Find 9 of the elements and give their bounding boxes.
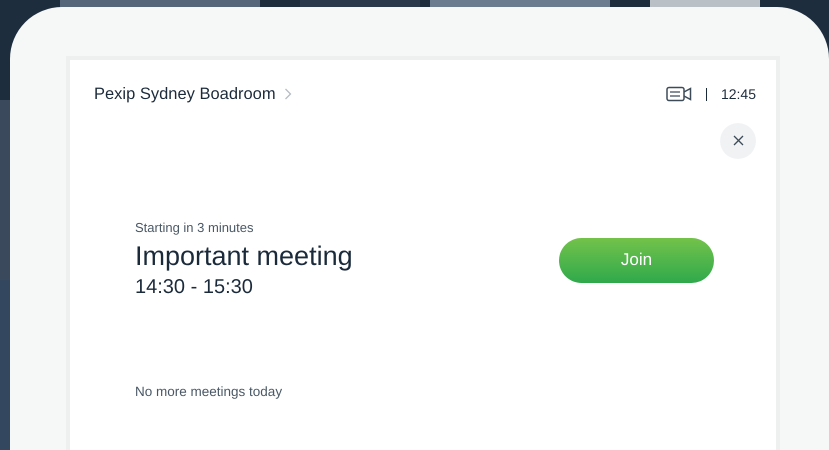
no-meetings-note: No more meetings today (135, 384, 282, 400)
close-icon[interactable] (732, 135, 744, 146)
room-name[interactable]: Pexip Sydney Boadroom (94, 82, 276, 107)
clock-time: 12:45 (720, 84, 756, 104)
meeting-title: Important meeting (135, 241, 353, 272)
chevron-right-icon[interactable] (284, 88, 292, 100)
meeting-status: Starting in 3 minutes (135, 218, 255, 237)
meeting-time: 14:30 - 15:30 (135, 275, 254, 300)
video-camera-icon (666, 86, 692, 102)
